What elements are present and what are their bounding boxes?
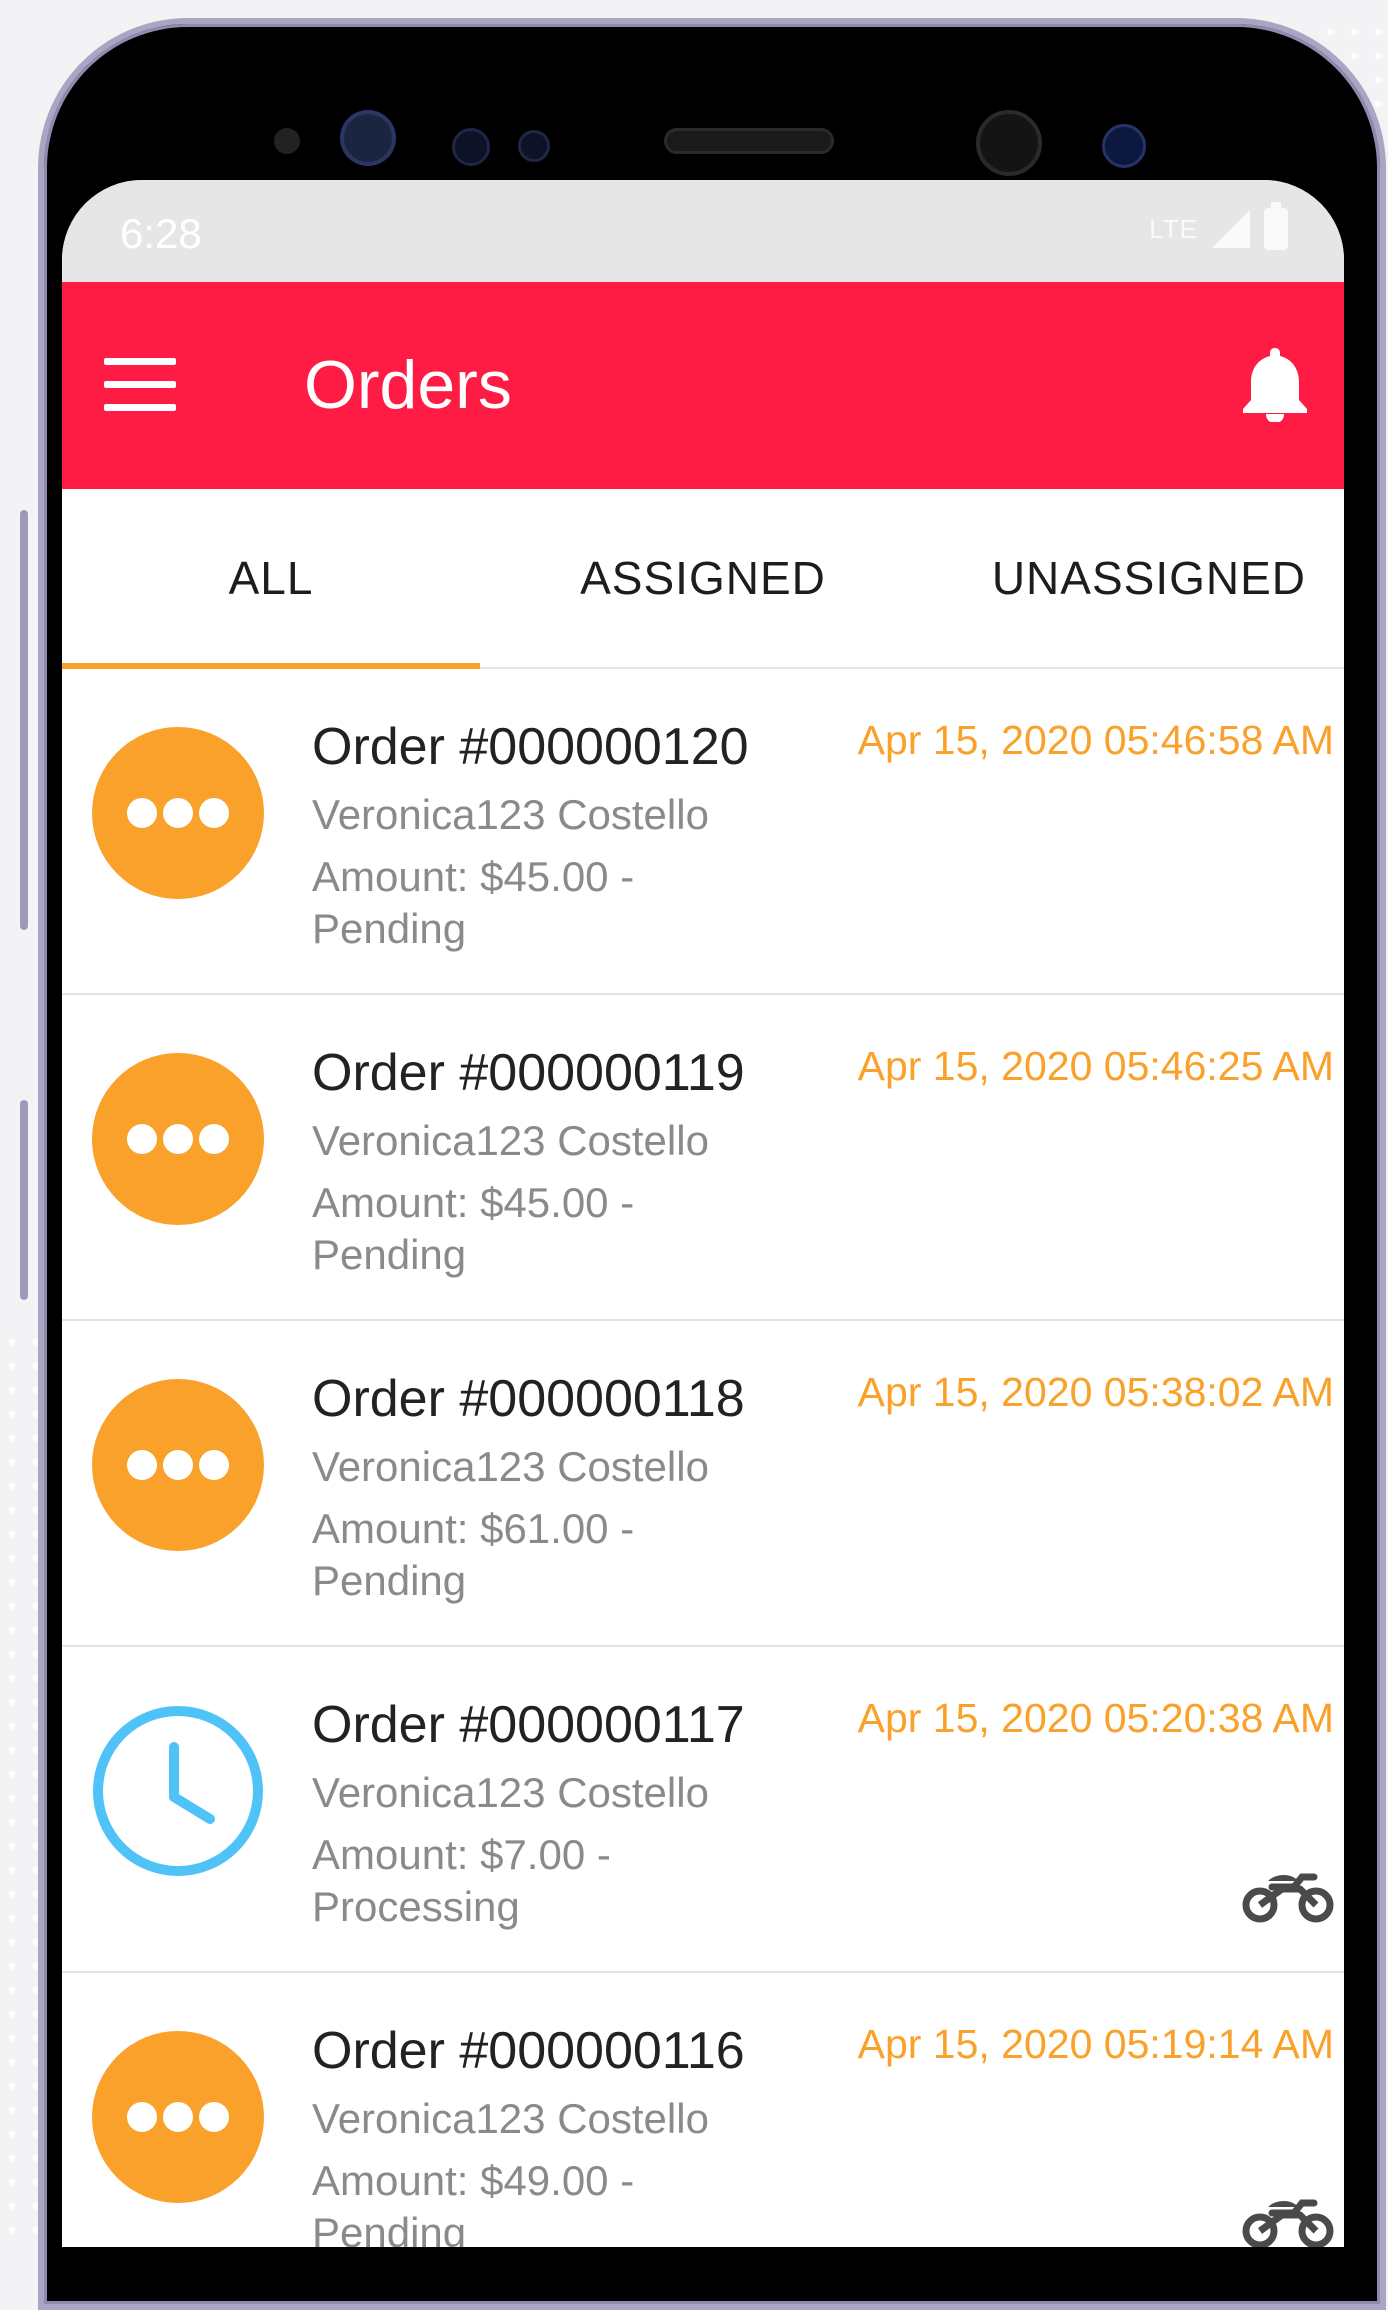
order-number: Order #000000120: [312, 718, 749, 776]
motorbike-icon: [1242, 2199, 1334, 2247]
order-date: Apr 15, 2020 05:19:14 AM: [857, 2021, 1334, 2067]
signal-icon: [1212, 210, 1250, 248]
battery-icon: [1264, 202, 1288, 250]
order-list: Order #000000120 Veronica123 Costello Am…: [62, 669, 1344, 2247]
order-date: Apr 15, 2020 05:46:25 AM: [857, 1043, 1334, 1089]
clock-icon: [93, 1706, 263, 1876]
tab-all[interactable]: ALL: [62, 489, 480, 667]
order-amount-status: Amount: $7.00 - Processing: [312, 1831, 611, 1930]
order-amount-status: Amount: $49.00 - Pending: [312, 2157, 635, 2247]
more-dots-icon: [92, 1053, 264, 1225]
hamburger-menu-icon[interactable]: [104, 358, 176, 412]
front-camera: [976, 110, 1042, 176]
order-amount-status: Amount: $61.00 - Pending: [312, 1505, 635, 1604]
order-tabs: ALL ASSIGNED UNASSIGNED: [62, 489, 1344, 669]
status-time: 6:28: [120, 210, 202, 257]
tab-assigned[interactable]: ASSIGNED: [480, 489, 926, 667]
customer-name: Veronica123 Costello: [312, 791, 709, 838]
more-dots-icon: [92, 727, 264, 899]
order-list-item[interactable]: Order #000000120 Veronica123 Costello Am…: [62, 669, 1344, 995]
more-dots-icon: [92, 1379, 264, 1551]
iris-scanner: [340, 110, 396, 166]
more-dots-icon: [92, 2031, 264, 2203]
order-number: Order #000000119: [312, 1044, 745, 1102]
decor-dots-left: [0, 1330, 40, 2247]
motorbike-icon: [1242, 1873, 1334, 1923]
order-list-item[interactable]: Order #000000116 Veronica123 Costello Am…: [62, 1973, 1344, 2247]
phone-side-button: [20, 1100, 28, 1300]
order-number: Order #000000118: [312, 1370, 745, 1428]
order-number: Order #000000117: [312, 1696, 745, 1754]
status-bar: 6:28 LTE: [62, 180, 1344, 282]
app-bar: Orders: [62, 282, 1344, 489]
order-number: Order #000000116: [312, 2022, 745, 2080]
page-title: Orders: [304, 347, 512, 423]
network-type: LTE: [1149, 213, 1198, 244]
light-sensor: [518, 130, 550, 162]
earpiece-speaker: [664, 128, 834, 154]
order-date: Apr 15, 2020 05:46:58 AM: [857, 717, 1334, 763]
sensor-dot: [274, 128, 300, 154]
order-list-item[interactable]: Order #000000118 Veronica123 Costello Am…: [62, 1321, 1344, 1647]
app-screen: 6:28 LTE Orders ALL ASSIGNED UNASSIGNED …: [62, 180, 1344, 2247]
order-date: Apr 15, 2020 05:38:02 AM: [857, 1369, 1334, 1415]
order-list-item[interactable]: Order #000000117 Veronica123 Costello Am…: [62, 1647, 1344, 1973]
order-amount-status: Amount: $45.00 - Pending: [312, 1179, 635, 1278]
customer-name: Veronica123 Costello: [312, 1443, 709, 1490]
tab-unassigned[interactable]: UNASSIGNED: [926, 489, 1344, 667]
customer-name: Veronica123 Costello: [312, 2095, 709, 2142]
order-list-item[interactable]: Order #000000119 Veronica123 Costello Am…: [62, 995, 1344, 1321]
notification-bell-icon[interactable]: [1240, 344, 1310, 422]
order-amount-status: Amount: $45.00 - Pending: [312, 853, 635, 952]
front-camera-secondary: [1102, 124, 1146, 168]
proximity-sensor: [452, 128, 490, 166]
customer-name: Veronica123 Costello: [312, 1769, 709, 1816]
order-date: Apr 15, 2020 05:20:38 AM: [857, 1695, 1334, 1741]
status-indicators: LTE: [1149, 202, 1288, 250]
phone-volume-button: [20, 510, 28, 930]
customer-name: Veronica123 Costello: [312, 1117, 709, 1164]
